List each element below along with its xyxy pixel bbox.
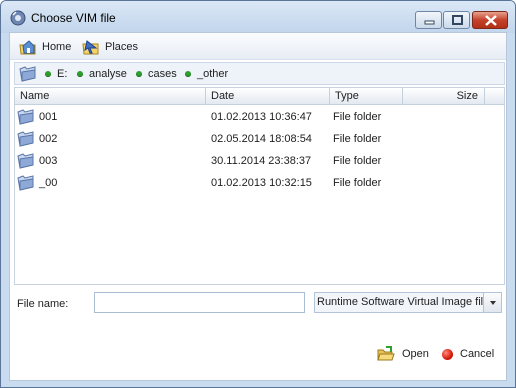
open-folder-icon (377, 346, 395, 361)
row-date: 01.02.2013 10:36:47 (211, 111, 312, 123)
row-name: _00 (39, 177, 58, 189)
bullet-icon (45, 71, 51, 77)
folder-icon (17, 175, 34, 191)
places-button[interactable]: Places (82, 37, 138, 56)
folder-icon (19, 66, 36, 82)
table-row[interactable]: 002 02.05.2014 18:08:54 File folder (15, 128, 504, 150)
file-type-value: Runtime Software Virtual Image file (317, 296, 485, 308)
table-row[interactable]: 001 01.02.2013 10:36:47 File folder (15, 106, 504, 128)
row-type: File folder (333, 155, 382, 167)
maximize-button[interactable] (443, 11, 470, 29)
row-date: 30.11.2014 23:38:37 (211, 155, 312, 167)
minimize-button[interactable] (415, 11, 442, 29)
dialog-body: Home Places E: analyse cases _other Name… (9, 32, 507, 381)
home-button[interactable]: Home (19, 37, 71, 56)
cancel-icon (442, 348, 453, 360)
close-button[interactable] (472, 11, 508, 29)
app-icon (10, 10, 26, 26)
toolbar: Home Places (10, 33, 506, 60)
row-date: 02.05.2014 18:08:54 (211, 133, 312, 145)
open-label: Open (402, 348, 429, 360)
breadcrumb: E: analyse cases _other (14, 62, 505, 85)
title-bar[interactable]: Choose VIM file (1, 1, 515, 33)
file-list: Name Date Type Size 001 01.02.2013 10:36… (14, 87, 505, 285)
places-icon (82, 39, 99, 54)
home-icon (19, 39, 36, 54)
breadcrumb-item[interactable]: E: (45, 68, 67, 80)
bullet-icon (77, 71, 83, 77)
row-type: File folder (333, 177, 382, 189)
file-type-dropdown-button[interactable] (483, 293, 501, 312)
close-icon (485, 15, 497, 26)
row-type: File folder (333, 133, 382, 145)
folder-icon (17, 131, 34, 147)
breadcrumb-item[interactable]: cases (136, 68, 177, 80)
column-header-size[interactable]: Size (403, 88, 485, 105)
column-header-name[interactable]: Name (15, 88, 206, 105)
maximize-icon (452, 15, 463, 25)
row-name: 002 (39, 133, 58, 145)
home-label: Home (42, 40, 72, 53)
places-label: Places (105, 40, 139, 53)
folder-icon (17, 153, 34, 169)
row-type: File folder (333, 111, 382, 123)
file-name-label: File name: (17, 298, 69, 310)
minimize-icon (424, 20, 435, 25)
bullet-icon (136, 71, 142, 77)
breadcrumb-item[interactable]: _other (185, 68, 228, 80)
choose-vim-file-dialog: Choose VIM file Home Places E: analyse c… (0, 0, 516, 388)
cancel-button[interactable]: Cancel (442, 345, 494, 363)
breadcrumb-item[interactable]: analyse (77, 68, 127, 80)
column-header-date[interactable]: Date (206, 88, 330, 105)
cancel-label: Cancel (460, 348, 495, 360)
table-row[interactable]: _00 01.02.2013 10:32:15 File folder (15, 172, 504, 194)
window-title: Choose VIM file (31, 11, 116, 25)
open-button[interactable]: Open (377, 345, 429, 363)
file-type-select[interactable]: Runtime Software Virtual Image file (314, 292, 502, 313)
chevron-down-icon (490, 301, 496, 305)
column-header-row: Name Date Type Size (15, 88, 504, 105)
row-name: 003 (39, 155, 58, 167)
column-header-type[interactable]: Type (330, 88, 403, 105)
row-date: 01.02.2013 10:32:15 (211, 177, 312, 189)
folder-icon (17, 109, 34, 125)
bullet-icon (185, 71, 191, 77)
table-row[interactable]: 003 30.11.2014 23:38:37 File folder (15, 150, 504, 172)
file-name-input[interactable] (94, 292, 305, 313)
row-name: 001 (39, 111, 58, 123)
